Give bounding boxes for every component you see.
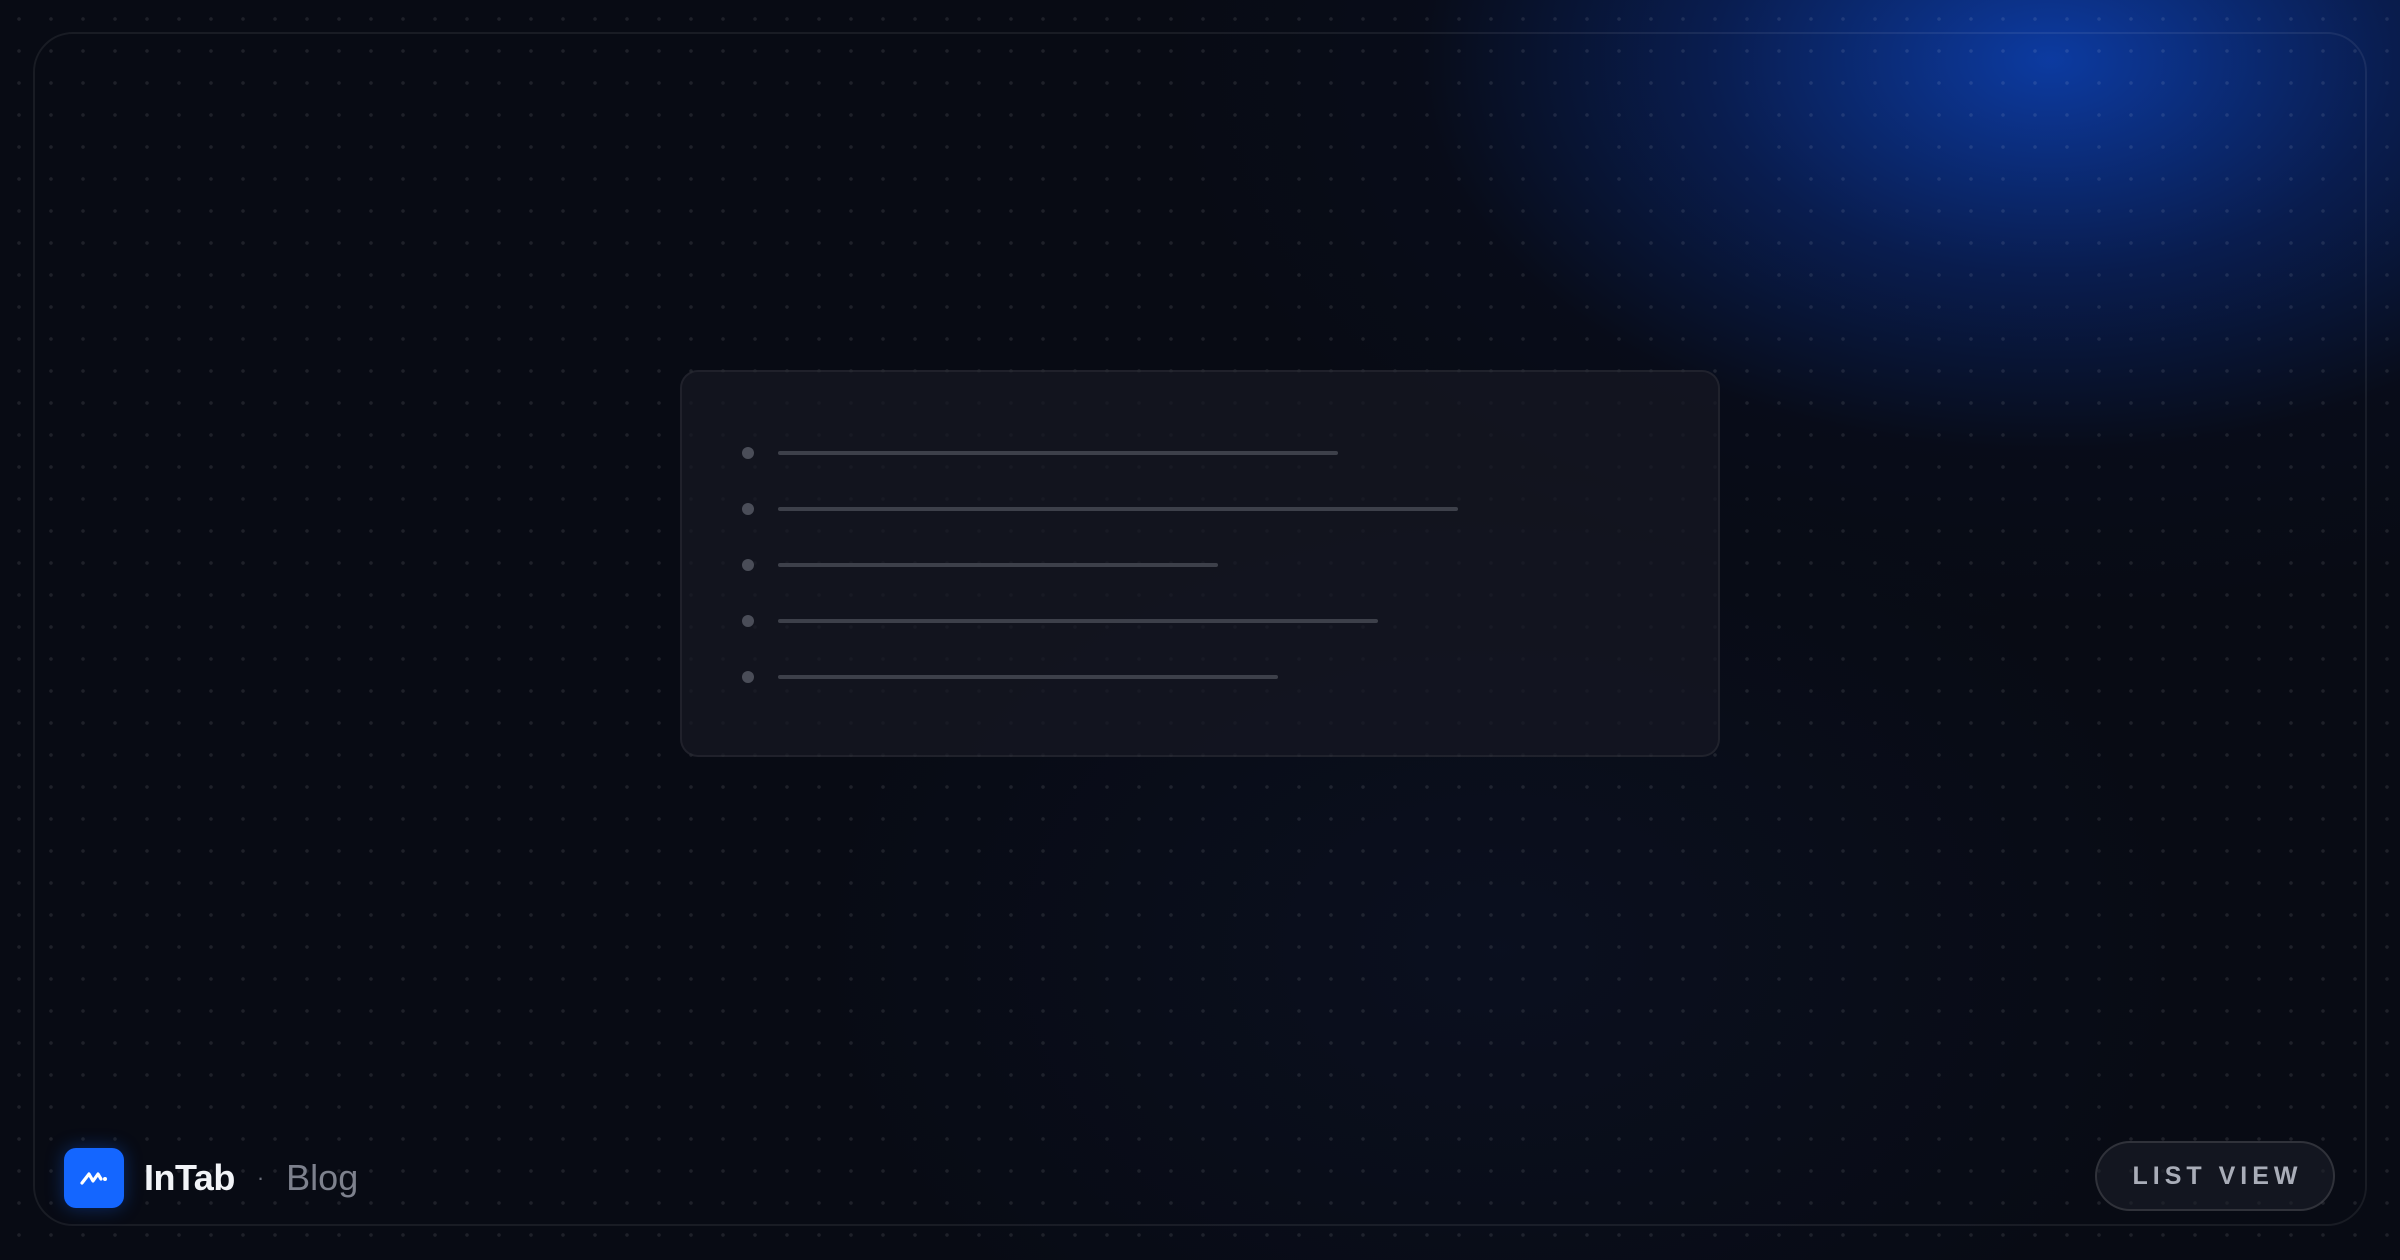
bullet-icon xyxy=(742,671,754,683)
list-preview-card xyxy=(680,370,1720,757)
placeholder-line xyxy=(778,619,1378,623)
bullet-icon xyxy=(742,447,754,459)
placeholder-line xyxy=(778,451,1338,455)
placeholder-line xyxy=(778,563,1218,567)
placeholder-line xyxy=(778,507,1458,511)
brand-separator: · xyxy=(256,1165,265,1190)
bullet-icon xyxy=(742,559,754,571)
bullet-icon xyxy=(742,615,754,627)
placeholder-line xyxy=(778,675,1278,679)
brand-lockup[interactable]: InTab · Blog xyxy=(64,1148,358,1208)
wave-logo-icon xyxy=(64,1148,124,1208)
page: InTab · Blog LIST VIEW xyxy=(0,0,2400,1260)
list-view-button[interactable]: LIST VIEW xyxy=(2095,1141,2335,1211)
brand-name: InTab xyxy=(144,1157,235,1198)
bullet-icon xyxy=(742,503,754,515)
section-label: Blog xyxy=(286,1157,359,1198)
